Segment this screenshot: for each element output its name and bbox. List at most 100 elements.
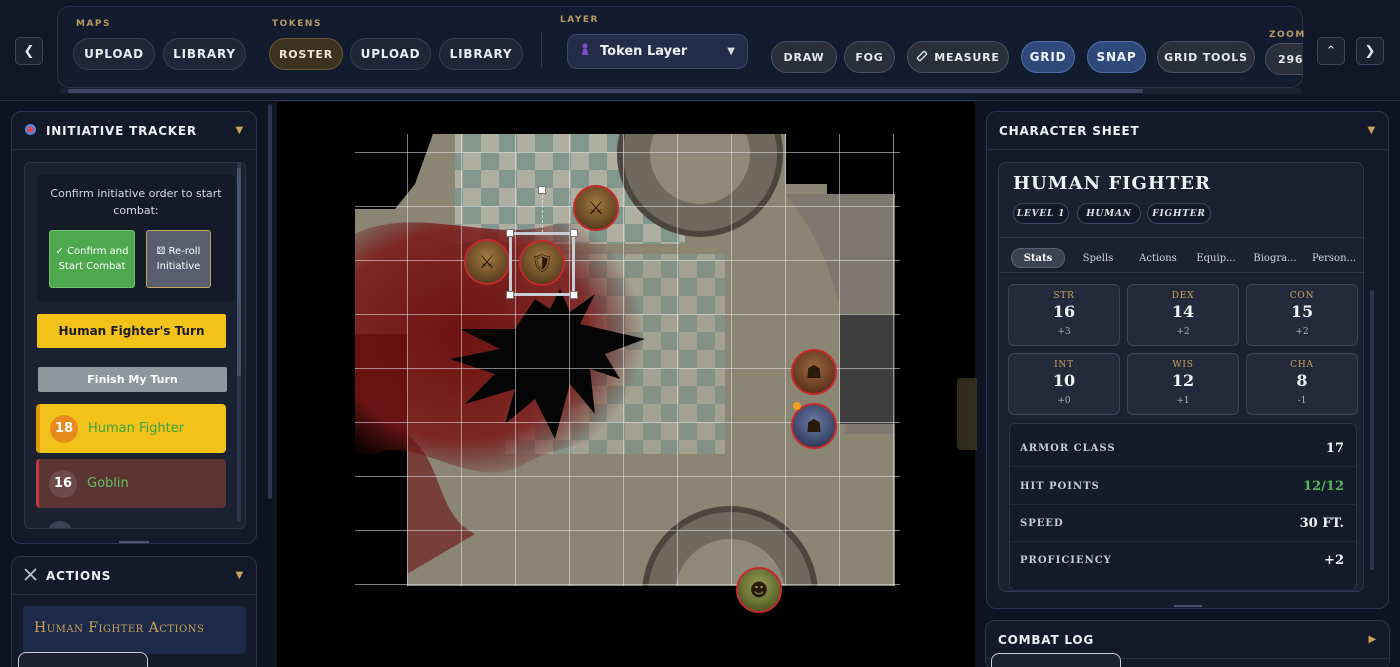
stat-label: CHA bbox=[1290, 360, 1314, 370]
character-tag-level: LEVEL 1 bbox=[1013, 203, 1069, 224]
stat-dex: DEX 14 +2 bbox=[1127, 284, 1239, 346]
proficiency-row: PROFICIENCY +2 bbox=[1010, 542, 1356, 579]
selection-handle[interactable] bbox=[570, 291, 578, 299]
stat-score: 8 bbox=[1296, 371, 1308, 390]
initiative-header[interactable]: INITIATIVE TRACKER ▼ bbox=[12, 112, 256, 150]
rotate-handle[interactable] bbox=[538, 186, 546, 194]
expand-caret-icon[interactable]: ▶ bbox=[1369, 634, 1378, 645]
action-card-partial[interactable] bbox=[18, 652, 148, 667]
character-sheet-scrollbar[interactable] bbox=[1370, 290, 1374, 570]
map-canvas[interactable]: ⚔ ⚔ 🛡 ☗ ☗ ☻ bbox=[277, 102, 975, 667]
pawn-icon bbox=[580, 43, 590, 60]
resize-handle[interactable] bbox=[119, 541, 149, 543]
confirm-initiative-box: Confirm initiative order to start combat… bbox=[37, 175, 235, 302]
selection-handle[interactable] bbox=[506, 291, 514, 299]
actions-subtitle: Human Fighter Actions bbox=[23, 606, 246, 654]
initiative-entry[interactable]: 18 Human Fighter bbox=[36, 404, 226, 453]
initiative-entry-partial bbox=[47, 521, 73, 528]
zoom-value[interactable]: 296% bbox=[1265, 43, 1303, 75]
resize-handle[interactable] bbox=[1174, 605, 1202, 607]
token-soldier[interactable]: ⚔ bbox=[464, 239, 510, 285]
tab-stats[interactable]: Stats bbox=[1011, 248, 1065, 268]
character-sheet-header[interactable]: CHARACTER SHEET ▼ bbox=[987, 112, 1388, 150]
stat-label: DEX bbox=[1171, 291, 1195, 301]
token-human-fighter[interactable]: 🛡 bbox=[519, 240, 565, 286]
tab-spells[interactable]: Spells bbox=[1075, 248, 1121, 268]
rotate-handle-line bbox=[542, 195, 543, 233]
initiative-roll: 18 bbox=[50, 414, 78, 443]
combat-stat-label: SPEED bbox=[1020, 517, 1064, 529]
stat-modifier: +0 bbox=[1057, 396, 1071, 406]
token-soldier[interactable]: ⚔ bbox=[573, 185, 619, 231]
side-drawer-tab[interactable] bbox=[957, 378, 977, 450]
combat-stat-label: HIT POINTS bbox=[1020, 480, 1100, 492]
chevron-left-icon[interactable]: ❮ bbox=[15, 37, 43, 65]
stat-modifier: +3 bbox=[1057, 327, 1071, 337]
tab-actions[interactable]: Actions bbox=[1131, 248, 1185, 268]
selection-handle[interactable] bbox=[506, 229, 514, 237]
fog-button[interactable]: FOG bbox=[844, 41, 895, 73]
layer-select[interactable]: Token Layer ▼ bbox=[567, 34, 748, 69]
actions-title: ACTIONS bbox=[46, 568, 112, 583]
stat-label: CON bbox=[1289, 291, 1315, 301]
maps-upload-button[interactable]: UPLOAD bbox=[73, 38, 155, 70]
stat-score: 15 bbox=[1290, 302, 1314, 321]
measure-button-label: MEASURE bbox=[934, 50, 1000, 64]
status-marker-icon bbox=[793, 402, 801, 410]
collapse-caret-icon[interactable]: ▼ bbox=[236, 570, 245, 581]
stat-str: STR 16 +3 bbox=[1008, 284, 1120, 346]
left-column-scrollbar[interactable] bbox=[268, 104, 272, 499]
tokens-library-button[interactable]: LIBRARY bbox=[439, 38, 523, 70]
chevron-up-icon[interactable]: ⌃ bbox=[1317, 37, 1345, 65]
token-rogue[interactable]: ☗ bbox=[791, 349, 837, 395]
character-name: HUMAN FIGHTER bbox=[1013, 173, 1211, 194]
character-card: HUMAN FIGHTER LEVEL 1 HUMAN FIGHTER Stat… bbox=[998, 162, 1365, 592]
tokens-roster-button[interactable]: ROSTER bbox=[269, 38, 343, 70]
collapse-caret-icon[interactable]: ▼ bbox=[1368, 125, 1377, 136]
reroll-initiative-button[interactable]: ⚄ Re-roll Initiative bbox=[146, 230, 211, 288]
combat-stat-value: +2 bbox=[1324, 553, 1344, 568]
initiative-scrollbar-thumb[interactable] bbox=[237, 168, 241, 376]
stat-score: 14 bbox=[1171, 302, 1195, 321]
combat-log-panel: COMBAT LOG ▶ bbox=[985, 620, 1390, 667]
grid-tools-button[interactable]: GRID TOOLS bbox=[1157, 41, 1255, 73]
initiative-title: INITIATIVE TRACKER bbox=[46, 123, 197, 138]
vtt-app: ❮ MAPS UPLOAD LIBRARY TOKENS ROSTER UPLO… bbox=[0, 0, 1400, 667]
grid-toggle-button[interactable]: GRID bbox=[1021, 41, 1075, 73]
combat-stat-value: 30 FT. bbox=[1299, 515, 1344, 531]
stat-score: 10 bbox=[1052, 371, 1076, 390]
actions-header[interactable]: ACTIONS ▼ bbox=[12, 557, 256, 595]
initiative-panel: INITIATIVE TRACKER ▼ Confirm initiative … bbox=[11, 111, 257, 544]
token-goblin[interactable]: ☻ bbox=[736, 567, 782, 613]
initiative-name: Goblin bbox=[87, 476, 129, 491]
draw-button[interactable]: DRAW bbox=[771, 41, 837, 73]
hit-points-row: HIT POINTS 12/12 bbox=[1010, 468, 1356, 505]
chevron-right-icon[interactable]: ❯ bbox=[1356, 37, 1384, 65]
character-tag-race: HUMAN bbox=[1077, 203, 1141, 224]
stat-score: 12 bbox=[1171, 371, 1195, 390]
snap-toggle-button[interactable]: SNAP bbox=[1087, 41, 1146, 73]
selection-handle[interactable] bbox=[570, 229, 578, 237]
stat-con: CON 15 +2 bbox=[1246, 284, 1358, 346]
stat-modifier: +2 bbox=[1176, 327, 1190, 337]
layer-group-label: LAYER bbox=[560, 15, 599, 25]
crossed-swords-icon bbox=[24, 567, 37, 584]
toolbar-scrollbar-thumb[interactable] bbox=[68, 89, 1143, 93]
confirm-start-combat-button[interactable]: ✓ Confirm and Start Combat bbox=[49, 230, 135, 288]
initiative-entry[interactable]: 16 Goblin bbox=[36, 459, 226, 508]
stat-label: WIS bbox=[1172, 360, 1194, 370]
maps-library-button[interactable]: LIBRARY bbox=[163, 38, 246, 70]
combat-stat-value: 17 bbox=[1325, 440, 1344, 456]
confirm-prompt: Confirm initiative order to start combat… bbox=[50, 187, 222, 217]
finish-turn-button[interactable]: Finish My Turn bbox=[38, 367, 227, 392]
tokens-upload-button[interactable]: UPLOAD bbox=[350, 38, 431, 70]
tab-biography[interactable]: Biogra... bbox=[1249, 248, 1301, 268]
d20-icon bbox=[24, 123, 37, 139]
combat-stat-label: ARMOR CLASS bbox=[1020, 442, 1116, 454]
collapse-caret-icon[interactable]: ▼ bbox=[236, 125, 245, 136]
maps-group-label: MAPS bbox=[76, 19, 111, 29]
measure-button[interactable]: MEASURE bbox=[907, 41, 1009, 73]
initiative-roll: 16 bbox=[49, 469, 77, 498]
tab-equipment[interactable]: Equip... bbox=[1191, 248, 1241, 268]
tab-personality[interactable]: Person... bbox=[1307, 248, 1361, 268]
